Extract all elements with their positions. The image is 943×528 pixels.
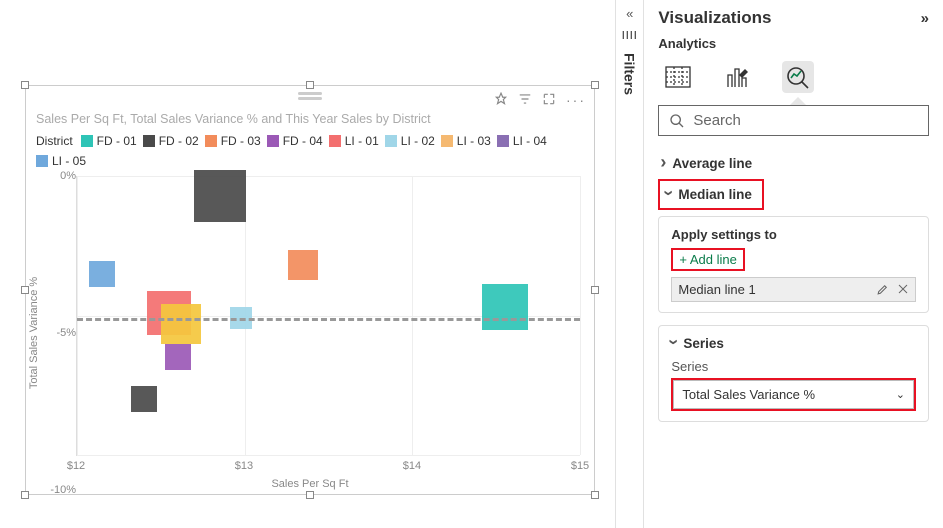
apply-settings-label: Apply settings to (671, 227, 916, 242)
chevron-down-icon (666, 187, 672, 202)
legend-label: LI - 02 (401, 134, 435, 148)
legend-swatch (329, 135, 341, 147)
panel-title: Visualizations (658, 8, 771, 28)
data-point[interactable] (165, 344, 191, 370)
series-field-label: Series (671, 359, 916, 374)
legend-swatch (385, 135, 397, 147)
legend-item[interactable]: LI - 02 (385, 134, 435, 148)
analytics-tab-icon[interactable] (782, 61, 814, 93)
line-name: Median line 1 (678, 282, 755, 297)
chevron-left-icon[interactable]: « (626, 6, 633, 21)
resize-handle[interactable] (21, 491, 29, 499)
chevron-down-icon: ⌄ (896, 388, 905, 401)
series-section-header[interactable]: Series (671, 336, 916, 359)
chevron-right-icon[interactable]: » (921, 10, 929, 27)
focus-mode-icon[interactable] (542, 92, 556, 108)
legend-swatch (205, 135, 217, 147)
legend-swatch (143, 135, 155, 147)
median-reference-line[interactable] (77, 318, 580, 321)
average-line-section[interactable]: Average line (658, 148, 929, 179)
legend-item[interactable]: FD - 03 (205, 134, 261, 148)
chevron-down-icon (671, 336, 677, 351)
search-placeholder: Search (693, 112, 741, 129)
resize-handle[interactable] (591, 491, 599, 499)
chart-legend: District FD - 01 FD - 02 FD - 03 FD - 04 LI … (26, 132, 594, 172)
fields-tab-icon[interactable] (662, 61, 694, 93)
data-point[interactable] (161, 304, 201, 344)
filters-icon (622, 29, 638, 41)
median-line-section[interactable]: Median line (662, 183, 760, 206)
x-axis-ticks: $12 $13 $14 $15 (76, 460, 580, 474)
canvas-area: ··· Sales Per Sq Ft, Total Sales Varianc… (0, 0, 615, 528)
legend-label: FD - 04 (283, 134, 323, 148)
legend-label: LI - 03 (457, 134, 491, 148)
legend-item[interactable]: LI - 03 (441, 134, 491, 148)
y-axis-label: Total Sales Variance % (28, 277, 40, 389)
legend-label: LI - 05 (52, 154, 86, 168)
legend-item[interactable]: LI - 05 (36, 154, 86, 168)
resize-handle[interactable] (591, 81, 599, 89)
y-axis-ticks: 0% -5% -10% (52, 176, 76, 490)
visualizations-panel: Visualizations » Analytics Search Averag… (644, 0, 943, 528)
data-point[interactable] (482, 284, 528, 330)
filters-label: Filters (622, 49, 638, 95)
edit-icon[interactable] (876, 283, 889, 296)
legend-label: FD - 02 (159, 134, 199, 148)
legend-swatch (36, 155, 48, 167)
search-input[interactable]: Search (658, 105, 929, 136)
legend-label: LI - 04 (513, 134, 547, 148)
series-value: Total Sales Variance % (682, 387, 815, 402)
format-tab-icon[interactable] (722, 61, 754, 93)
add-line-button[interactable]: + Add line (679, 252, 736, 267)
drag-handle-icon[interactable] (298, 92, 322, 95)
median-line-item[interactable]: Median line 1 (671, 277, 916, 302)
apply-settings-card: Apply settings to + Add line Median line… (658, 216, 929, 313)
legend-swatch (441, 135, 453, 147)
legend-item[interactable]: FD - 04 (267, 134, 323, 148)
legend-item[interactable]: FD - 02 (143, 134, 199, 148)
series-dropdown[interactable]: Total Sales Variance % ⌄ (673, 380, 914, 409)
analytics-subtitle: Analytics (658, 34, 929, 57)
legend-label: FD - 03 (221, 134, 261, 148)
legend-swatch (497, 135, 509, 147)
resize-handle[interactable] (21, 81, 29, 89)
legend-swatch (267, 135, 279, 147)
x-axis-label: Sales Per Sq Ft (26, 478, 594, 490)
chart-card[interactable]: ··· Sales Per Sq Ft, Total Sales Varianc… (25, 85, 595, 495)
plot-area (76, 176, 580, 456)
filters-pane-collapsed[interactable]: « Filters (615, 0, 644, 528)
legend-title: District (36, 134, 73, 148)
legend-item[interactable]: LI - 04 (497, 134, 547, 148)
resize-handle[interactable] (306, 491, 314, 499)
legend-item[interactable]: FD - 01 (81, 134, 137, 148)
data-point[interactable] (194, 170, 246, 222)
chevron-right-icon (660, 156, 666, 171)
close-icon[interactable] (897, 283, 909, 296)
data-point[interactable] (131, 386, 157, 412)
data-point[interactable] (89, 261, 115, 287)
legend-label: LI - 01 (345, 134, 379, 148)
more-options-icon[interactable]: ··· (566, 92, 586, 108)
legend-label: FD - 01 (97, 134, 137, 148)
search-icon (669, 113, 685, 129)
pin-icon[interactable] (494, 92, 508, 108)
resize-handle[interactable] (306, 81, 314, 89)
data-point[interactable] (288, 250, 318, 280)
legend-item[interactable]: LI - 01 (329, 134, 379, 148)
filter-icon[interactable] (518, 92, 532, 108)
series-card: Series Series Total Sales Variance % ⌄ (658, 325, 929, 422)
legend-swatch (81, 135, 93, 147)
